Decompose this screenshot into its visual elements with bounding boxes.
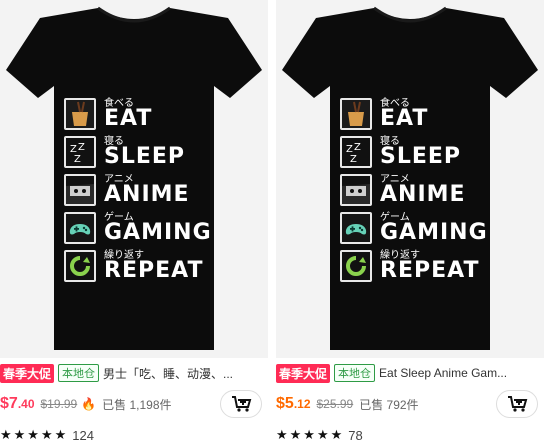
price-cents: .12 [293, 397, 311, 411]
price-main: 7 [8, 395, 18, 412]
print-row-sleep: Z Z Z 寝る SLEEP [340, 130, 500, 169]
print-word: SLEEP [104, 144, 186, 169]
product-meta: 春季大促 本地仓 男士「吃、睡、动漫、... $7.40 $19.99 🔥 已售… [0, 362, 268, 446]
print-row-anime: アニメ ANIME [64, 168, 224, 207]
price-cents: .40 [17, 397, 35, 411]
gamepad-icon [64, 212, 96, 244]
add-to-cart-button[interactable] [220, 390, 262, 418]
price-main: 5 [284, 395, 294, 412]
add-to-cart-button[interactable] [496, 390, 538, 418]
cart-icon [508, 396, 528, 412]
price-line: $5.12 $25.99 已售 792件 [276, 390, 544, 418]
flame-icon: 🔥 [81, 397, 97, 411]
product-meta: 春季大促 本地仓 Eat Sleep Anime Gam... $5.12 $2… [276, 362, 544, 446]
print-word: GAMING [104, 220, 212, 245]
gamepad-icon [340, 212, 372, 244]
product-image[interactable]: 食べる EAT Z Z Z 寝る SLEEP アニメ ANIME ゲーム GAM… [0, 0, 268, 358]
original-price: $19.99 [40, 397, 78, 411]
noodle-box-icon [340, 98, 372, 130]
print-word: EAT [380, 106, 429, 131]
rating-count: 78 [348, 427, 363, 443]
zzz-icon: Z Z Z [340, 136, 372, 168]
print-word: ANIME [380, 182, 466, 207]
print-row-repeat: 繰り返す REPEAT [64, 244, 224, 283]
original-price: $25.99 [316, 397, 354, 411]
product-card-1[interactable]: 食べる EAT Z Z Z 寝る SLEEP アニメ ANIME ゲーム GAM… [0, 0, 268, 446]
current-price: $7.40 [0, 395, 35, 413]
rating-line: ★★★★★ 78 [276, 424, 544, 446]
product-title-line[interactable]: 春季大促 本地仓 Eat Sleep Anime Gam... [276, 362, 544, 384]
price-line: $7.40 $19.99 🔥 已售 1,198件 [0, 390, 268, 418]
cart-icon [232, 396, 252, 412]
current-price: $5.12 [276, 395, 311, 413]
svg-text:Z: Z [354, 142, 361, 153]
print-row-gaming: ゲーム GAMING [340, 206, 500, 245]
print-row-gaming: ゲーム GAMING [64, 206, 224, 245]
price-currency: $ [276, 395, 285, 412]
promo-badge: 春季大促 [0, 363, 55, 383]
anime-face-icon [340, 174, 372, 206]
anime-face-icon [64, 174, 96, 206]
shirt-print: 食べる EAT Z Z Z 寝る SLEEP アニメ ANIME ゲーム GAM… [340, 92, 500, 283]
print-word: REPEAT [104, 258, 204, 283]
print-row-eat: 食べる EAT [340, 92, 500, 131]
noodle-box-icon [64, 98, 96, 130]
print-row-repeat: 繰り返す REPEAT [340, 244, 500, 283]
repeat-icon [64, 250, 96, 282]
print-word: SLEEP [380, 144, 462, 169]
sold-count: 已售 792件 [359, 397, 419, 412]
product-title-line[interactable]: 春季大促 本地仓 男士「吃、睡、动漫、... [0, 362, 268, 384]
svg-text:Z: Z [74, 154, 81, 165]
svg-text:Z: Z [350, 154, 357, 165]
sold-count: 已售 1,198件 [102, 397, 172, 412]
product-title[interactable]: Eat Sleep Anime Gam... [379, 366, 507, 380]
print-word: REPEAT [380, 258, 480, 283]
rating-count: 124 [72, 427, 94, 443]
promo-badge: 春季大促 [276, 363, 331, 383]
local-warehouse-badge: 本地仓 [58, 364, 100, 382]
star-rating: ★★★★★ [0, 427, 69, 442]
print-word: EAT [104, 106, 153, 131]
product-card-2[interactable]: 食べる EAT Z Z Z 寝る SLEEP アニメ ANIME ゲーム GAM… [276, 0, 544, 446]
repeat-icon [340, 250, 372, 282]
print-row-eat: 食べる EAT [64, 92, 224, 131]
print-row-anime: アニメ ANIME [340, 168, 500, 207]
rating-line: ★★★★★ 124 [0, 424, 268, 446]
product-title[interactable]: 男士「吃、睡、动漫、... [103, 365, 233, 382]
product-image[interactable]: 食べる EAT Z Z Z 寝る SLEEP アニメ ANIME ゲーム GAM… [276, 0, 544, 358]
shirt-print: 食べる EAT Z Z Z 寝る SLEEP アニメ ANIME ゲーム GAM… [64, 92, 224, 283]
star-rating: ★★★★★ [276, 427, 345, 442]
print-row-sleep: Z Z Z 寝る SLEEP [64, 130, 224, 169]
zzz-icon: Z Z Z [64, 136, 96, 168]
print-word: GAMING [380, 220, 488, 245]
svg-text:Z: Z [78, 142, 85, 153]
print-word: ANIME [104, 182, 190, 207]
price-currency: $ [0, 395, 9, 412]
local-warehouse-badge: 本地仓 [334, 364, 376, 382]
